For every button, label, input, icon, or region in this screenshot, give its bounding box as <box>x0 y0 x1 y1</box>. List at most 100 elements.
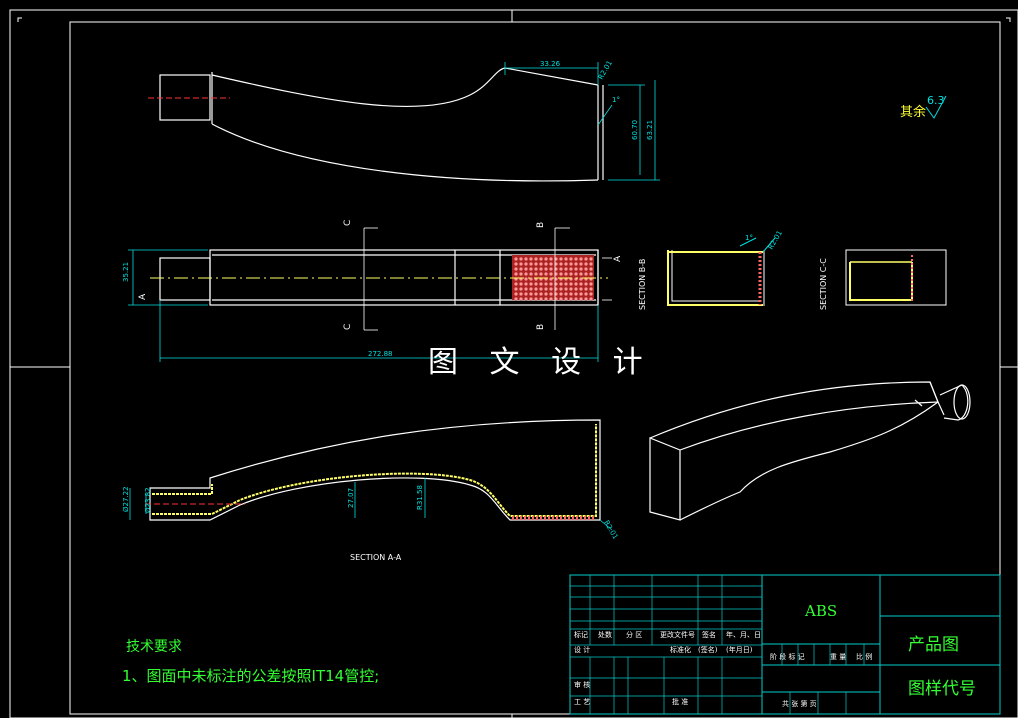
mesh-hole <box>514 292 518 296</box>
mesh-hole <box>514 287 518 291</box>
dim-bb-wall: R2.01 <box>767 229 784 251</box>
label-section-aa: SECTION A-A <box>350 553 402 562</box>
mesh-hole <box>589 292 593 296</box>
mesh-hole <box>589 262 593 266</box>
mesh-hole <box>524 272 528 276</box>
mesh-hole <box>549 282 553 286</box>
mesh-hole <box>544 257 548 261</box>
dim-aa-d1: Ø27.22 <box>122 486 130 512</box>
mesh-hole <box>579 292 583 296</box>
mesh-hole <box>544 267 548 271</box>
mesh-hole <box>544 287 548 291</box>
label-section-cc: SECTION C-C <box>819 258 828 310</box>
tb-zone: 分 区 <box>626 630 642 639</box>
mesh-hole <box>544 282 548 286</box>
mesh-hole <box>519 287 523 291</box>
tb-process: 工 艺 <box>574 698 590 706</box>
mesh-hole <box>569 297 573 301</box>
mesh-hole <box>524 267 528 271</box>
mesh-hole <box>559 262 563 266</box>
dim-top-angle: 1° <box>612 96 620 104</box>
top-view <box>159 67 604 182</box>
mesh-hole <box>514 257 518 261</box>
dim-aa-d2: Ø23.82 <box>144 487 152 513</box>
mesh-hole <box>569 262 573 266</box>
mesh-hole <box>539 282 543 286</box>
mesh-hole <box>574 287 578 291</box>
mesh-hole <box>559 257 563 261</box>
mesh-hole <box>549 257 553 261</box>
mesh-hole <box>549 272 553 276</box>
mesh-hole <box>534 292 538 296</box>
mesh-hole <box>584 267 588 271</box>
mesh-hole <box>564 292 568 296</box>
mesh-hole <box>519 297 523 301</box>
mesh-hole <box>514 282 518 286</box>
tb-weight: 重 量 <box>830 653 846 661</box>
tb-material: ABS <box>804 602 837 620</box>
mesh-hole <box>559 297 563 301</box>
mesh-hole <box>539 297 543 301</box>
mesh-hole <box>534 282 538 286</box>
mesh-hole <box>584 292 588 296</box>
mesh-hole <box>534 287 538 291</box>
mesh-hole <box>589 272 593 276</box>
tb-scale: 比 例 <box>856 652 872 661</box>
dim-aa-wall: R2.01 <box>602 519 619 541</box>
tb-stage: 阶 段 标 记 <box>770 652 805 661</box>
mark-b-bottom: B <box>536 324 546 330</box>
mesh-hole <box>529 267 533 271</box>
tb-sign: 签名 <box>702 630 716 639</box>
mesh-hole <box>569 272 573 276</box>
mesh-hole <box>574 292 578 296</box>
mesh-hole <box>549 267 553 271</box>
tb-date: 年、月、日 <box>726 630 761 639</box>
mark-c-bottom: C <box>343 324 353 330</box>
mesh-hole <box>529 262 533 266</box>
roughness-value: 6.3 <box>927 94 945 107</box>
mesh-hole <box>549 292 553 296</box>
tb-mark: 标记 <box>574 630 588 639</box>
section-cc <box>845 249 947 306</box>
mesh-hole <box>524 287 528 291</box>
mesh-hole <box>549 287 553 291</box>
mesh-hole <box>559 282 563 286</box>
mesh-hole <box>519 262 523 266</box>
mesh-hole <box>569 287 573 291</box>
mesh-hole <box>584 262 588 266</box>
mesh-hole <box>529 292 533 296</box>
mesh-hole <box>559 272 563 276</box>
mesh-hole <box>519 257 523 261</box>
mesh-hole <box>584 287 588 291</box>
mesh-hole <box>534 257 538 261</box>
mesh-hole <box>564 282 568 286</box>
mesh-hole <box>564 297 568 301</box>
mesh-hole <box>519 292 523 296</box>
mesh-hole <box>579 267 583 271</box>
mesh-hole <box>579 282 583 286</box>
mesh-hole <box>544 297 548 301</box>
mesh-hole <box>539 292 543 296</box>
mesh-hole <box>529 297 533 301</box>
mesh-hole <box>524 297 528 301</box>
mesh-hole <box>519 272 523 276</box>
section-bb <box>667 237 776 306</box>
mark-a-left: A <box>138 293 148 300</box>
mesh-hole <box>544 292 548 296</box>
mesh-hole <box>564 257 568 261</box>
mesh-hole <box>574 272 578 276</box>
mesh-hole <box>524 282 528 286</box>
mesh-hole <box>584 297 588 301</box>
mesh-hole <box>514 262 518 266</box>
mesh-hole <box>574 262 578 266</box>
mesh-hole <box>544 262 548 266</box>
mesh-hole <box>569 267 573 271</box>
dim-bb-angle: 1° <box>745 234 753 242</box>
mesh-hole <box>539 262 543 266</box>
mesh-hole <box>589 267 593 271</box>
mesh-hole <box>579 257 583 261</box>
cad-drawing: 33.26 R2.01 1° 60.70 63.21 其余 6.3 35.21 … <box>9 9 1018 718</box>
iso-view <box>649 381 971 521</box>
mesh-hole <box>529 272 533 276</box>
tb-review: 审 核 <box>574 680 590 689</box>
